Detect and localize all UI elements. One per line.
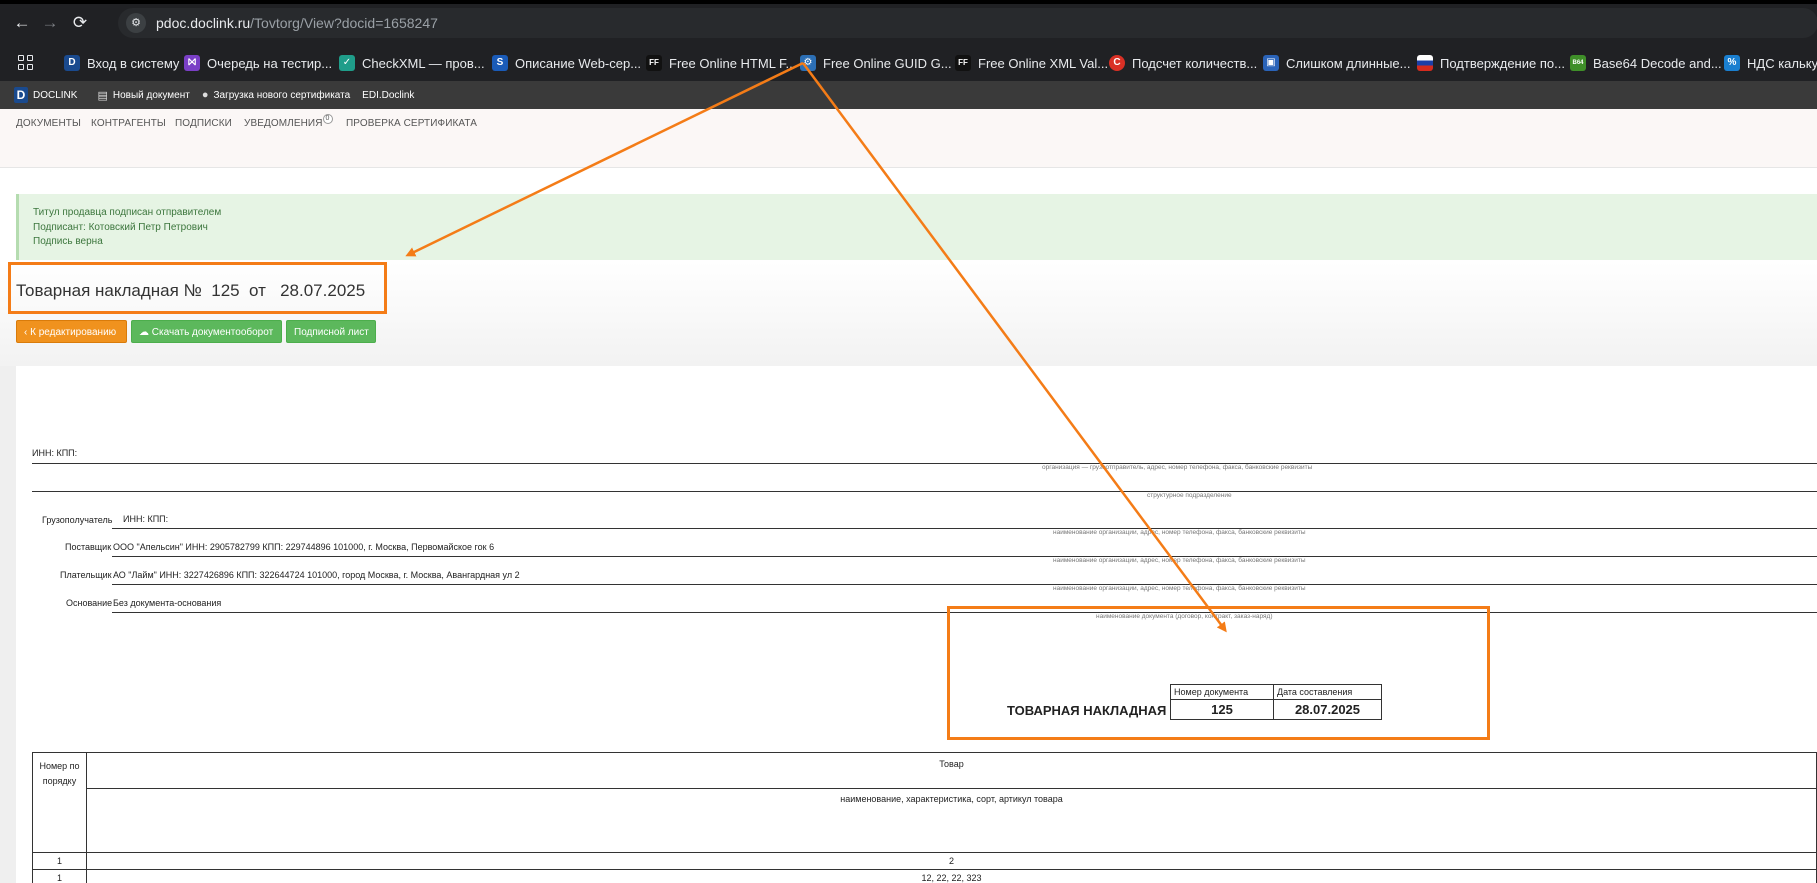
annotation-arrow [801,62,1227,633]
annotation-arrow [405,61,804,257]
annotation-arrows [405,61,1227,633]
